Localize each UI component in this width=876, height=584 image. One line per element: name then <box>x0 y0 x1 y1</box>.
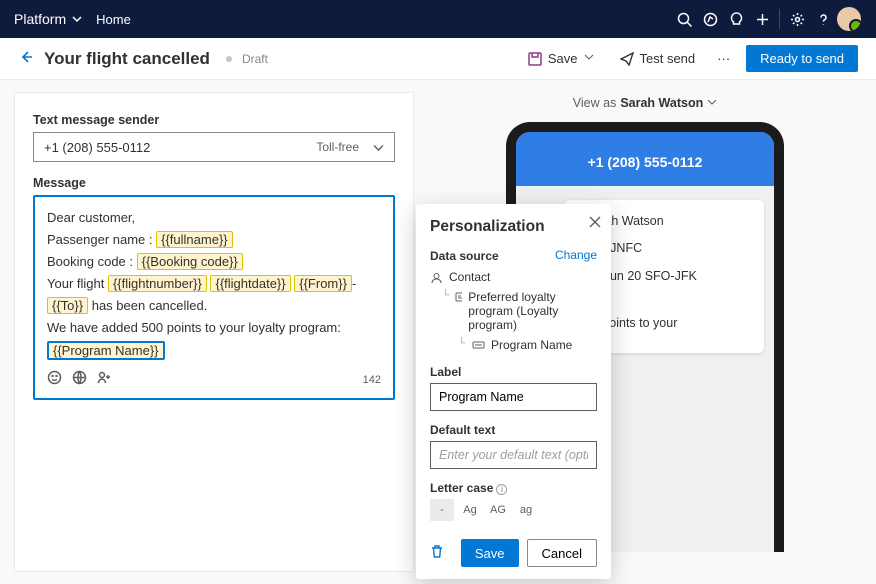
back-button[interactable] <box>18 49 34 68</box>
popover-cancel-button[interactable]: Cancel <box>527 539 597 567</box>
personalization-icon[interactable] <box>97 370 112 392</box>
page-title: Your flight cancelled <box>44 49 210 69</box>
view-as-selector[interactable]: View asSarah Watson <box>414 96 876 110</box>
lettercase-lower[interactable]: ag <box>514 499 538 521</box>
letter-case-group: - Ag AG ag <box>430 499 597 521</box>
token-flightnumber[interactable]: {{flightnumber}} <box>108 275 207 292</box>
change-link[interactable]: Change <box>555 248 597 262</box>
message-label: Message <box>33 176 395 190</box>
app-brand[interactable]: Platform <box>14 11 82 27</box>
send-icon <box>620 52 634 66</box>
top-nav: Platform Home <box>0 0 876 38</box>
status-badge: Draft <box>242 52 268 66</box>
chevron-down-icon <box>373 142 384 153</box>
globe-icon[interactable] <box>72 370 87 392</box>
token-to[interactable]: {{To}} <box>47 297 88 314</box>
close-button[interactable] <box>589 216 601 231</box>
char-count: 142 <box>363 371 381 390</box>
emoji-icon[interactable] <box>47 370 62 392</box>
command-bar: Your flight cancelled Draft Save Test se… <box>0 38 876 80</box>
personalization-popover: Personalization Data sourceChange Contac… <box>416 204 611 579</box>
nav-home[interactable]: Home <box>96 12 131 27</box>
lettercase-upper[interactable]: AG <box>486 499 510 521</box>
more-button[interactable]: ··· <box>711 47 736 70</box>
search-icon[interactable] <box>671 0 697 38</box>
token-booking-code[interactable]: {{Booking code}} <box>137 253 243 270</box>
lettercase-none[interactable]: - <box>430 499 454 521</box>
person-icon <box>430 272 443 283</box>
chevron-down-icon <box>72 14 82 24</box>
popover-title: Personalization <box>430 218 597 236</box>
lightbulb-icon[interactable] <box>723 0 749 38</box>
gear-icon[interactable] <box>784 0 810 38</box>
user-avatar[interactable] <box>836 0 862 38</box>
sender-select[interactable]: +1 (208) 555-0112 Toll-free <box>33 132 395 162</box>
delete-button[interactable] <box>430 544 444 562</box>
token-program-name[interactable]: {{Program Name}} <box>47 341 165 360</box>
card-icon <box>455 292 462 303</box>
field-icon <box>472 340 485 351</box>
plus-icon[interactable] <box>749 0 775 38</box>
sender-label: Text message sender <box>33 113 395 127</box>
status-dot <box>226 56 232 62</box>
label-input[interactable] <box>430 383 597 411</box>
token-fullname[interactable]: {{fullname}} <box>156 231 233 248</box>
chevron-down-icon <box>707 97 717 107</box>
help-icon[interactable] <box>810 0 836 38</box>
message-editor[interactable]: Dear customer, Passenger name : {{fullna… <box>33 195 395 400</box>
info-icon[interactable]: i <box>496 484 507 495</box>
default-text-input[interactable] <box>430 441 597 469</box>
lettercase-sentence[interactable]: Ag <box>458 499 482 521</box>
save-button[interactable]: Save <box>522 47 604 70</box>
phone-header: +1 (208) 555-0112 <box>516 132 774 186</box>
token-flightdate[interactable]: {{flightdate}} <box>210 275 290 292</box>
editor-panel: Text message sender +1 (208) 555-0112 To… <box>14 92 414 572</box>
target-icon[interactable] <box>697 0 723 38</box>
save-icon <box>528 52 542 66</box>
ready-to-send-button[interactable]: Ready to send <box>746 45 858 72</box>
test-send-button[interactable]: Test send <box>614 47 702 70</box>
popover-save-button[interactable]: Save <box>461 539 519 567</box>
data-source-tree: Contact └Preferred loyalty program (Loya… <box>430 267 597 355</box>
chevron-down-icon <box>584 52 598 66</box>
token-from[interactable]: {{From}} <box>294 275 352 292</box>
